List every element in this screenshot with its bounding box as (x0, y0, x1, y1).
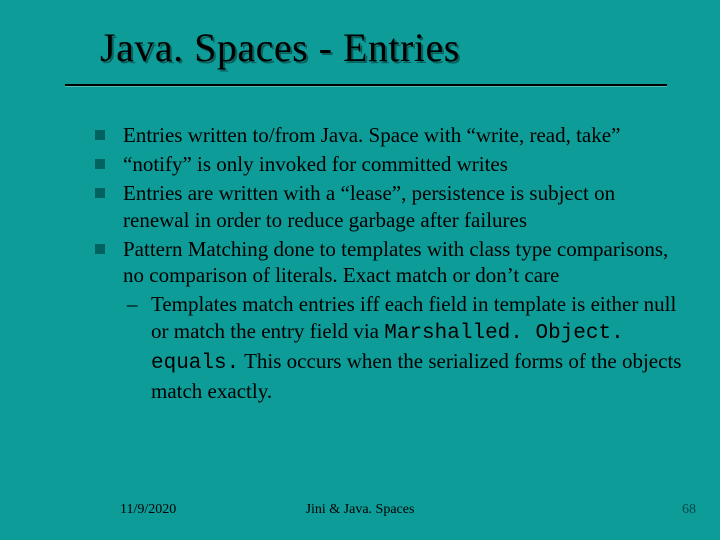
bullet-text: Entries written to/from Java. Space with… (123, 123, 620, 147)
slide: Java. Spaces - Entries Entries written t… (0, 0, 720, 540)
footer-page-number: 68 (682, 502, 696, 518)
sub-bullet-text: Templates match entries iff each field i… (151, 292, 681, 403)
bullet-text: Entries are written with a “lease”, pers… (123, 181, 615, 232)
square-bullet-icon (95, 188, 105, 198)
bullet-item: “notify” is only invoked for committed w… (95, 151, 685, 178)
bullet-item: Entries are written with a “lease”, pers… (95, 180, 685, 234)
square-bullet-icon (95, 130, 105, 140)
square-bullet-icon (95, 244, 105, 254)
title-underline (65, 84, 667, 87)
slide-body: Entries written to/from Java. Space with… (95, 122, 685, 405)
bullet-text: “notify” is only invoked for committed w… (123, 152, 508, 176)
slide-title: Java. Spaces - Entries (100, 24, 460, 71)
bullet-item: Pattern Matching done to templates with … (95, 236, 685, 290)
square-bullet-icon (95, 159, 105, 169)
bullet-item: Entries written to/from Java. Space with… (95, 122, 685, 149)
sub-bullet-item: – Templates match entries iff each field… (95, 291, 685, 405)
footer-title: Jini & Java. Spaces (0, 502, 720, 518)
dash-bullet-icon: – (127, 291, 138, 318)
bullet-text: Pattern Matching done to templates with … (123, 237, 668, 288)
